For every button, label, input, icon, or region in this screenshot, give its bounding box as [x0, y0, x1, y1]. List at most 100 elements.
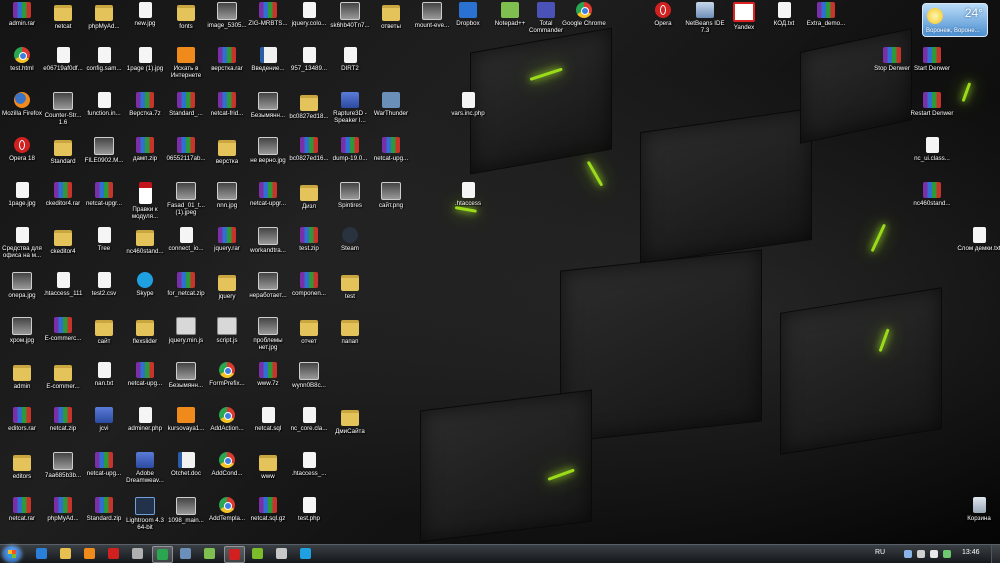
desktop-icon[interactable]: неработает...	[246, 272, 290, 316]
desktop-icon[interactable]: 1page.jpg	[0, 182, 44, 226]
desktop-icon[interactable]: nc460stand...	[123, 227, 167, 271]
desktop-icon[interactable]: Mozilla Firefox	[0, 92, 44, 136]
desktop-icon[interactable]: папап	[328, 317, 372, 361]
desktop-icon[interactable]: Безымянн...	[246, 92, 290, 136]
desktop-icon[interactable]: Слом демки.txt	[957, 227, 1000, 271]
desktop-icon[interactable]: Adobe Dreamweav...	[123, 452, 167, 496]
desktop-icon[interactable]: kursovaya1...	[164, 407, 208, 451]
desktop-icon[interactable]: 06552117ab...	[164, 137, 208, 181]
desktop-icon[interactable]: Otchet.doc	[164, 452, 208, 496]
desktop[interactable]: admin.rar netcat phpMyAd... new.jpg fonts ima…	[0, 0, 1000, 544]
desktop-icon[interactable]: test.php	[287, 497, 331, 541]
desktop-icon[interactable]: netcat.zip	[41, 407, 85, 451]
desktop-icon[interactable]: netcat-frid...	[205, 92, 249, 136]
desktop-icon[interactable]: КОД.txt	[762, 2, 806, 46]
desktop-icon[interactable]: test.html	[0, 47, 44, 91]
taskbar-net-button[interactable]	[200, 546, 219, 561]
desktop-icon[interactable]: Средства для офиса на м...	[0, 227, 44, 271]
desktop-icon[interactable]: Standard.zip	[82, 497, 126, 541]
desktop-icon[interactable]: test2.csv	[82, 272, 126, 316]
taskbar-explorer-button[interactable]	[56, 546, 75, 561]
desktop-icon[interactable]: AddCond...	[205, 452, 249, 496]
desktop-icon[interactable]: vars.inc.php	[446, 92, 490, 136]
desktop-icon[interactable]: function.in...	[82, 92, 126, 136]
taskbar-utorrent-button[interactable]	[248, 546, 267, 561]
desktop-icon[interactable]: Rapture3D - Speaker I...	[328, 92, 372, 136]
desktop-icon[interactable]: componen...	[287, 272, 331, 316]
desktop-icon[interactable]: Opera	[641, 2, 685, 46]
desktop-icon[interactable]: connect_io...	[164, 227, 208, 271]
desktop-icon[interactable]: AddTempla...	[205, 497, 249, 541]
desktop-icon[interactable]: fonts	[164, 2, 208, 46]
desktop-icon[interactable]: Standard	[41, 137, 85, 181]
taskbar-ie-button[interactable]	[32, 546, 51, 561]
desktop-icon[interactable]: NetBeans IDE 7.3	[683, 2, 727, 46]
desktop-icon[interactable]: Restart Denwer	[910, 92, 954, 136]
desktop-icon[interactable]: Yandex	[722, 2, 766, 46]
flag-icon[interactable]	[917, 550, 925, 558]
desktop-icon[interactable]: netcat.sql.gz	[246, 497, 290, 541]
desktop-icon[interactable]: Корзина	[957, 497, 1000, 541]
desktop-icon[interactable]: 1page (1).jpg	[123, 47, 167, 91]
desktop-icon[interactable]: nan.txt	[82, 362, 126, 406]
desktop-icon[interactable]: Steam	[328, 227, 372, 271]
desktop-icon[interactable]: Fasad_01_t... (1).jpeg	[164, 182, 208, 226]
language-indicator[interactable]: RU	[875, 549, 885, 556]
desktop-icon[interactable]: Dropbox	[446, 2, 490, 46]
desktop-icon[interactable]: bc0827ed16...	[287, 137, 331, 181]
network-icon[interactable]	[904, 550, 912, 558]
desktop-icon[interactable]: верстка.rar	[205, 47, 249, 91]
desktop-icon[interactable]: 1098_main...	[164, 497, 208, 541]
desktop-icon[interactable]: editors.rar	[0, 407, 44, 451]
desktop-icon[interactable]: Безымянн...	[164, 362, 208, 406]
desktop-icon[interactable]: ДмиСайта	[328, 407, 372, 451]
desktop-icon[interactable]: netcat	[41, 2, 85, 46]
taskbar-skype-button[interactable]	[296, 546, 315, 561]
battery-icon[interactable]	[943, 550, 951, 558]
desktop-icon[interactable]: Spintires	[328, 182, 372, 226]
desktop-icon[interactable]: ответы	[369, 2, 413, 46]
desktop-icon[interactable]: netcat-upgr...	[82, 182, 126, 226]
desktop-icon[interactable]: Start Denwer	[910, 47, 954, 91]
desktop-icon[interactable]: netcat-upg...	[369, 137, 413, 181]
desktop-icon[interactable]: сайт	[82, 317, 126, 361]
desktop-icon[interactable]: jquery.min.js	[164, 317, 208, 361]
desktop-icon[interactable]: E-commer...	[41, 362, 85, 406]
desktop-icon[interactable]: www	[246, 452, 290, 496]
desktop-icon[interactable]: jcvi	[82, 407, 126, 451]
volume-icon[interactable]	[930, 550, 938, 558]
desktop-icon[interactable]: ckeditor4	[41, 227, 85, 271]
desktop-icon[interactable]: дамп.zip	[123, 137, 167, 181]
desktop-icon[interactable]: 7aa685b3b...	[41, 452, 85, 496]
desktop-icon[interactable]: phpMyAd...	[41, 497, 85, 541]
desktop-icon[interactable]: www.7z	[246, 362, 290, 406]
desktop-icon[interactable]: Counter-Str... 1.6	[41, 92, 85, 136]
desktop-icon[interactable]: FILE0902.M...	[82, 137, 126, 181]
desktop-icon[interactable]: test.zip	[287, 227, 331, 271]
desktop-icon[interactable]: flexslider	[123, 317, 167, 361]
desktop-icon[interactable]: Opera 18	[0, 137, 44, 181]
desktop-icon[interactable]: .htaccess_...	[287, 452, 331, 496]
desktop-icon[interactable]: ckeditor4.rar	[41, 182, 85, 226]
desktop-icon[interactable]: Google Chrome	[562, 2, 606, 46]
desktop-icon[interactable]: script.js	[205, 317, 249, 361]
taskbar-opera2-button[interactable]	[224, 546, 245, 563]
weather-gadget[interactable]: 24° Воронеж, Вороне...	[922, 3, 988, 37]
taskbar-tool-button[interactable]	[272, 546, 291, 561]
taskbar-opera-button[interactable]	[104, 546, 123, 561]
desktop-icon[interactable]: не верно.jpg	[246, 137, 290, 181]
desktop-icon[interactable]: 957_13489...	[287, 47, 331, 91]
desktop-icon[interactable]: admin.rar	[0, 2, 44, 46]
taskbar-media-button[interactable]	[80, 546, 99, 561]
taskbar-win-button[interactable]	[176, 546, 195, 561]
desktop-icon[interactable]: admin	[0, 362, 44, 406]
taskbar-chrome-button[interactable]	[152, 546, 173, 563]
desktop-icon[interactable]: nc460stand...	[910, 182, 954, 226]
desktop-icon[interactable]: for_netcat.zip	[164, 272, 208, 316]
desktop-icon[interactable]: netcat.sql	[246, 407, 290, 451]
desktop-icon[interactable]: FormPrefix...	[205, 362, 249, 406]
desktop-icon[interactable]: Введение...	[246, 47, 290, 91]
desktop-icon[interactable]: new.jpg	[123, 2, 167, 46]
desktop-icon[interactable]: jquery.colo...	[287, 2, 331, 46]
desktop-icon[interactable]: bc0827ed18...	[287, 92, 331, 136]
